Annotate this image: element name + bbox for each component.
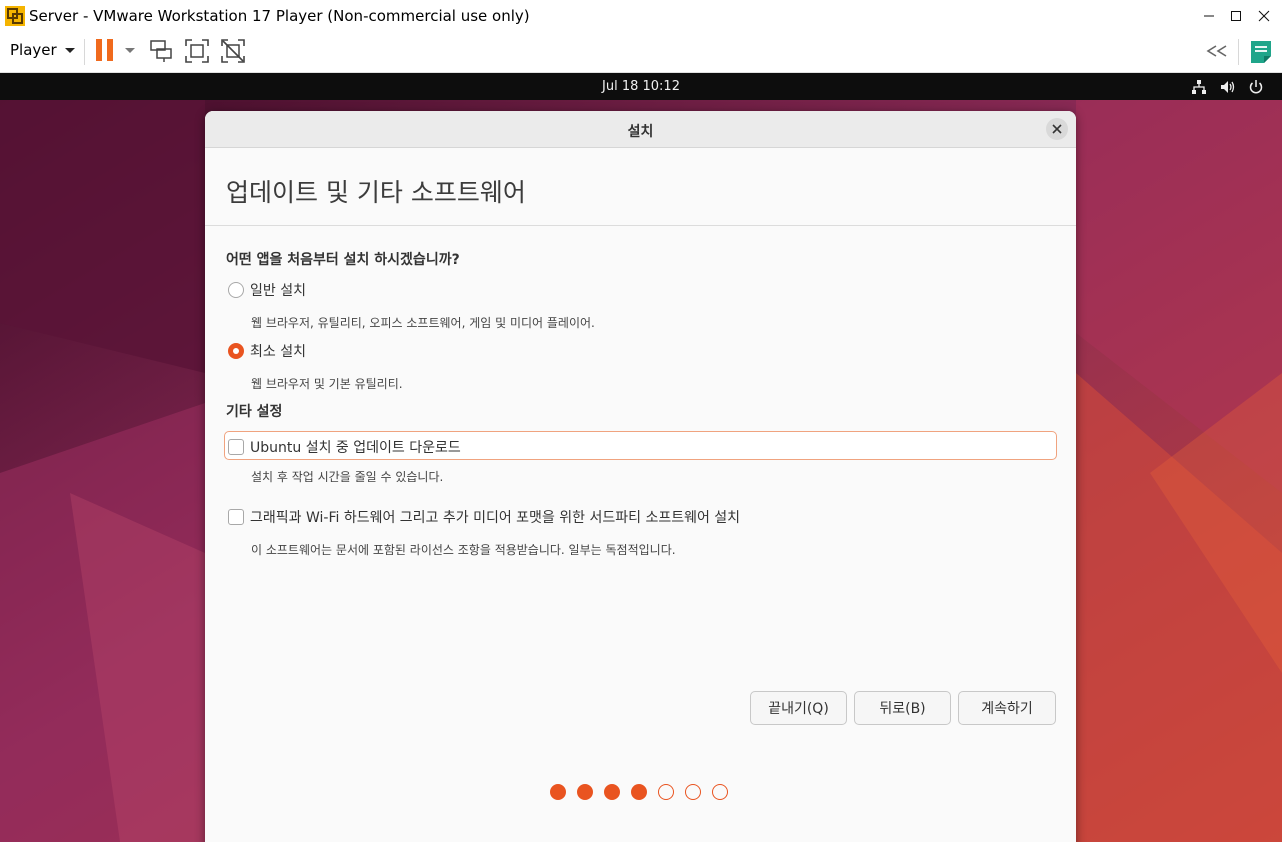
full-screen-icon[interactable] <box>184 38 210 64</box>
option-description: 설치 후 작업 시간을 줄일 수 있습니다. <box>251 470 444 484</box>
download-updates-checkbox[interactable]: Ubuntu 설치 중 업데이트 다운로드 <box>228 437 461 457</box>
close-icon <box>1258 10 1270 21</box>
vmware-toolbar: Player <box>0 31 1282 73</box>
chevron-down-icon <box>64 47 75 53</box>
collapse-icon[interactable] <box>1204 43 1230 59</box>
option-description: 이 소프트웨어는 문서에 포함된 라이선스 조항을 적용받습니다. 일부는 독점… <box>251 543 676 557</box>
back-button[interactable]: 뒤로(B) <box>854 691 951 725</box>
notes-icon[interactable] <box>1249 39 1273 65</box>
progress-dot-filled <box>631 784 647 800</box>
minimize-icon <box>1204 15 1214 16</box>
progress-dot-empty <box>685 784 701 800</box>
option-label: Ubuntu 설치 중 업데이트 다운로드 <box>250 440 461 456</box>
install-type-question: 어떤 앱을 처음부터 설치 하시겠습니까? <box>226 252 460 268</box>
progress-dots <box>550 784 728 800</box>
close-button[interactable] <box>1247 0 1281 31</box>
player-menu[interactable]: Player <box>10 41 75 59</box>
dialog-title: 설치 <box>627 124 654 140</box>
toolbar-divider <box>84 39 85 65</box>
progress-dot-filled <box>577 784 593 800</box>
option-label: 그래픽과 Wi-Fi 하드웨어 그리고 추가 미디어 포맷을 위한 서드파티 소… <box>250 510 741 526</box>
unity-icon[interactable] <box>220 38 246 64</box>
dialog-header: 설치 <box>205 111 1076 148</box>
progress-dot-empty <box>658 784 674 800</box>
option-label: 일반 설치 <box>250 283 306 299</box>
divider <box>205 225 1076 226</box>
minimal-install-radio[interactable]: 최소 설치 <box>228 341 306 361</box>
option-description: 웹 브라우저 및 기본 유틸리티. <box>251 377 403 391</box>
power-icon[interactable] <box>1247 78 1265 96</box>
volume-icon[interactable] <box>1219 78 1237 96</box>
close-icon <box>1052 124 1062 134</box>
dialog-close-button[interactable] <box>1046 118 1068 140</box>
network-icon[interactable] <box>1190 78 1208 96</box>
third-party-software-checkbox[interactable]: 그래픽과 Wi-Fi 하드웨어 그리고 추가 미디어 포맷을 위한 서드파티 소… <box>228 507 740 527</box>
progress-dot-empty <box>712 784 728 800</box>
checkbox-icon[interactable] <box>228 509 244 525</box>
clock[interactable]: Jul 18 10:12 <box>0 79 1282 94</box>
gnome-top-bar: Jul 18 10:12 <box>0 73 1282 100</box>
quit-button[interactable]: 끝내기(Q) <box>750 691 847 725</box>
other-settings-title: 기타 설정 <box>226 404 283 420</box>
option-description: 웹 브라우저, 유틸리티, 오피스 소프트웨어, 게임 및 미디어 플레이어. <box>251 316 595 330</box>
toolbar-divider <box>1238 39 1239 65</box>
page-title: 업데이트 및 기타 소프트웨어 <box>226 178 526 207</box>
player-menu-label: Player <box>10 41 57 59</box>
vmware-app-icon <box>5 6 25 26</box>
continue-button[interactable]: 계속하기 <box>958 691 1056 725</box>
progress-dot-filled <box>604 784 620 800</box>
progress-dot-filled <box>550 784 566 800</box>
maximize-icon <box>1231 10 1241 21</box>
send-ctrl-alt-del-icon[interactable] <box>148 38 174 64</box>
pause-button[interactable] <box>96 39 116 61</box>
window-titlebar: Server - VMware Workstation 17 Player (N… <box>0 0 1282 31</box>
checkbox-icon[interactable] <box>228 439 244 455</box>
radio-icon[interactable] <box>228 282 244 298</box>
installer-dialog: 설치 업데이트 및 기타 소프트웨어 어떤 앱을 처음부터 설치 하시겠습니까?… <box>205 111 1076 842</box>
guest-screen[interactable]: Jul 18 10:12 설치 업데이트 및 기타 소프트웨어 어떤 앱을 처음… <box>0 73 1282 842</box>
window-title: Server - VMware Workstation 17 Player (N… <box>29 7 530 25</box>
pause-dropdown-icon[interactable] <box>125 48 135 53</box>
option-label: 최소 설치 <box>250 344 306 360</box>
radio-checked-icon[interactable] <box>228 343 244 359</box>
normal-install-radio[interactable]: 일반 설치 <box>228 280 306 300</box>
